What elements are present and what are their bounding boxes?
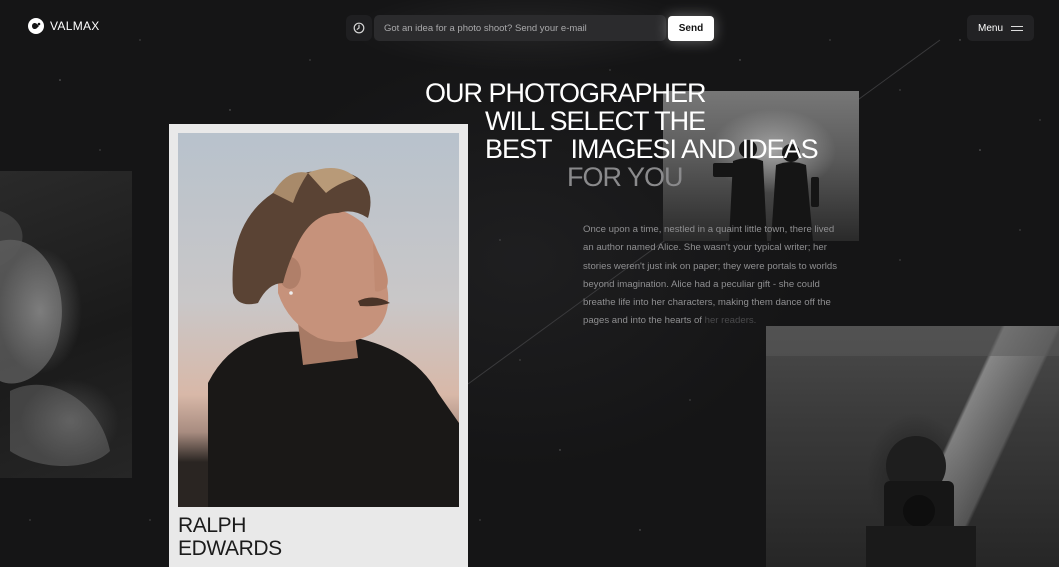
send-button[interactable]: Send [668, 15, 714, 41]
photographer-last-name: EDWARDS [178, 537, 282, 560]
photographer-name: RALPH EDWARDS [178, 514, 282, 560]
photographer-first-name: RALPH [178, 514, 247, 537]
hamburger-menu-icon [1011, 25, 1023, 32]
hero-headline: OUR PHOTOGRAPHER WILL SELECT THE BEST IM… [425, 78, 819, 191]
menu-label: Menu [977, 22, 1003, 34]
flower-photo [0, 171, 132, 478]
flower-shape [0, 211, 110, 466]
headline-line-2: WILL SELECT THE [485, 106, 706, 136]
story-paragraph: Once upon a time, nestled in a quaint li… [583, 221, 845, 331]
headline-line-1: OUR PHOTOGRAPHER [425, 78, 707, 108]
story-fade-text: her readers. [704, 315, 757, 327]
email-bar: Send [346, 14, 716, 42]
landing-page: VALMAX Send Menu [0, 0, 1059, 567]
email-input[interactable] [374, 15, 666, 41]
portrait-card[interactable]: RALPH EDWARDS [169, 124, 468, 567]
portrait-photo [178, 133, 459, 507]
headline-line-3: BEST IMAGESI AND IDEAS [485, 134, 819, 164]
story-text: Once upon a time, nestled in a quaint li… [583, 224, 838, 327]
camera-photographer-photo [766, 326, 1059, 567]
clock-icon[interactable] [346, 15, 372, 41]
man-portrait [208, 168, 459, 507]
headline-line-4: FOR YOU [567, 162, 684, 192]
brand-name: VALMAX [50, 19, 100, 33]
camera-scene [766, 326, 1059, 567]
valmax-logo-icon [28, 18, 44, 34]
brand[interactable]: VALMAX [28, 18, 100, 34]
menu-button[interactable]: Menu [967, 15, 1034, 41]
